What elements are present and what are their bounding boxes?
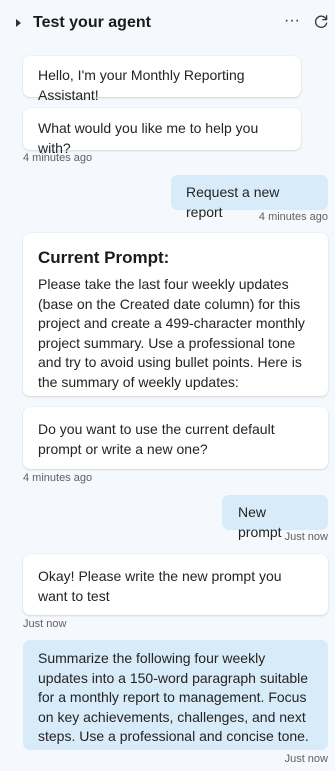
bot-message-help: What would you like me to help you with? xyxy=(23,108,301,156)
bot-message-write-prompt: Okay! Please write the new prompt you wa… xyxy=(23,554,328,615)
prompt-title: Current Prompt: xyxy=(38,248,170,267)
message-timestamp: Just now xyxy=(284,531,328,543)
message-timestamp: Just now xyxy=(23,618,67,630)
prompt-body: Please take the last four weekly updates… xyxy=(38,276,305,390)
message-timestamp: 4 minutes ago xyxy=(23,472,93,484)
message-text: Summarize the following four weekly upda… xyxy=(38,650,309,744)
current-prompt-card: Current Prompt: Please take the last fou… xyxy=(23,233,328,396)
more-options-icon[interactable]: ··· xyxy=(284,11,300,31)
message-text: Hello, I'm your Monthly Reporting Assist… xyxy=(38,67,245,103)
user-message-request: Request a new report xyxy=(171,175,328,220)
caret-right-icon[interactable] xyxy=(16,19,21,27)
message-timestamp: 4 minutes ago xyxy=(23,152,93,164)
panel-title: Test your agent xyxy=(33,14,151,31)
panel-header: Test your agent ··· xyxy=(0,0,335,46)
message-timestamp: Just now xyxy=(284,753,328,765)
message-text: What would you like me to help you with? xyxy=(38,120,259,156)
message-text: Do you want to use the current default p… xyxy=(38,421,275,457)
bot-message-greeting: Hello, I'm your Monthly Reporting Assist… xyxy=(23,56,301,103)
refresh-icon[interactable] xyxy=(313,14,329,30)
message-text: Okay! Please write the new prompt you wa… xyxy=(38,568,282,604)
bot-message-question: Do you want to use the current default p… xyxy=(23,407,328,469)
user-message-summarize: Summarize the following four weekly upda… xyxy=(23,640,328,750)
user-message-new-prompt: New prompt xyxy=(222,495,328,540)
message-timestamp: 4 minutes ago xyxy=(258,211,328,223)
